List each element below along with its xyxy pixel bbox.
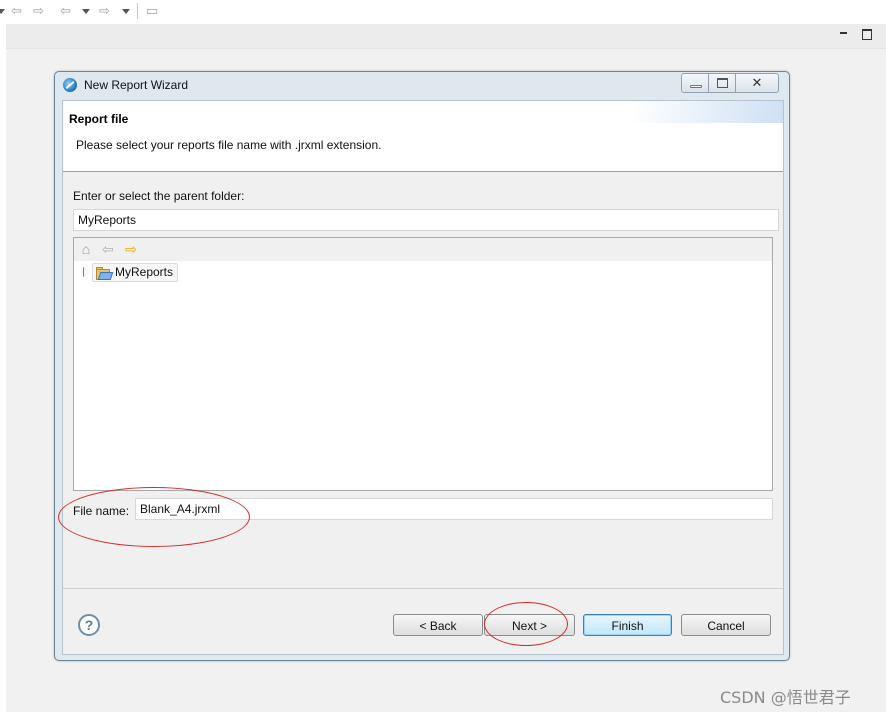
nav-back-dropdown-icon[interactable] <box>82 9 90 14</box>
dialog-titlebar[interactable]: New Report Wizard ✕ <box>55 72 789 99</box>
new-window-icon[interactable]: ▭ <box>146 3 158 19</box>
forward-icon[interactable]: ⇨ <box>123 241 139 257</box>
watermark: CSDN @悟世君子 <box>720 688 851 707</box>
help-icon[interactable]: ? <box>78 614 100 636</box>
tree-item-label: MyReports <box>115 265 174 279</box>
button-bar-separator <box>63 588 783 589</box>
nav-forward-icon[interactable]: ⇨ <box>99 3 110 19</box>
toolbar-separator <box>137 3 138 19</box>
nav-forward-dropdown-icon[interactable] <box>122 9 130 14</box>
history-back-icon[interactable]: ⇦ <box>11 3 22 19</box>
file-name-annotation-ellipse <box>58 487 250 547</box>
toolbar-dropdown-icon[interactable] <box>0 9 5 14</box>
expand-arrow-fill <box>84 268 89 276</box>
folder-tree[interactable]: ⌂ ⇦ ⇨ MyReports <box>73 237 773 491</box>
new-report-wizard-dialog: New Report Wizard ✕ Report file Please s… <box>54 71 790 661</box>
page-description: Please select your reports file name wit… <box>76 138 382 152</box>
close-button[interactable]: ✕ <box>736 74 778 92</box>
maximize-button[interactable] <box>709 74 736 92</box>
window-controls: ✕ <box>681 73 779 93</box>
dialog-content: Report file Please select your reports f… <box>62 100 784 655</box>
minimize-button[interactable] <box>682 74 709 92</box>
app-logo-icon <box>63 78 77 92</box>
dialog-title: New Report Wizard <box>84 78 189 92</box>
banner-gradient <box>633 101 783 123</box>
finish-button[interactable]: Finish <box>583 614 672 636</box>
parent-folder-input[interactable]: MyReports <box>73 209 779 231</box>
maximize-view-icon[interactable] <box>862 29 872 40</box>
nav-back-icon[interactable]: ⇦ <box>60 3 71 19</box>
back-icon[interactable]: ⇦ <box>100 241 116 257</box>
history-forward-icon[interactable]: ⇨ <box>33 3 44 19</box>
editor-tab-bar <box>6 24 886 49</box>
wizard-banner: Report file Please select your reports f… <box>63 101 783 172</box>
next-button-annotation-ellipse <box>484 602 568 646</box>
cancel-button[interactable]: Cancel <box>681 614 771 636</box>
back-button[interactable]: < Back <box>393 614 483 636</box>
parent-folder-label: Enter or select the parent folder: <box>73 189 245 203</box>
tree-item-node[interactable]: MyReports <box>92 263 179 282</box>
open-folder-icon <box>96 267 114 280</box>
page-title: Report file <box>69 112 129 126</box>
tree-toolbar: ⌂ ⇦ ⇨ <box>74 238 772 261</box>
home-icon[interactable]: ⌂ <box>78 241 94 257</box>
minimize-view-icon[interactable] <box>840 32 847 34</box>
main-toolbar: ⇦ ⇨ ⇦ ⇨ ▭ <box>0 0 886 22</box>
